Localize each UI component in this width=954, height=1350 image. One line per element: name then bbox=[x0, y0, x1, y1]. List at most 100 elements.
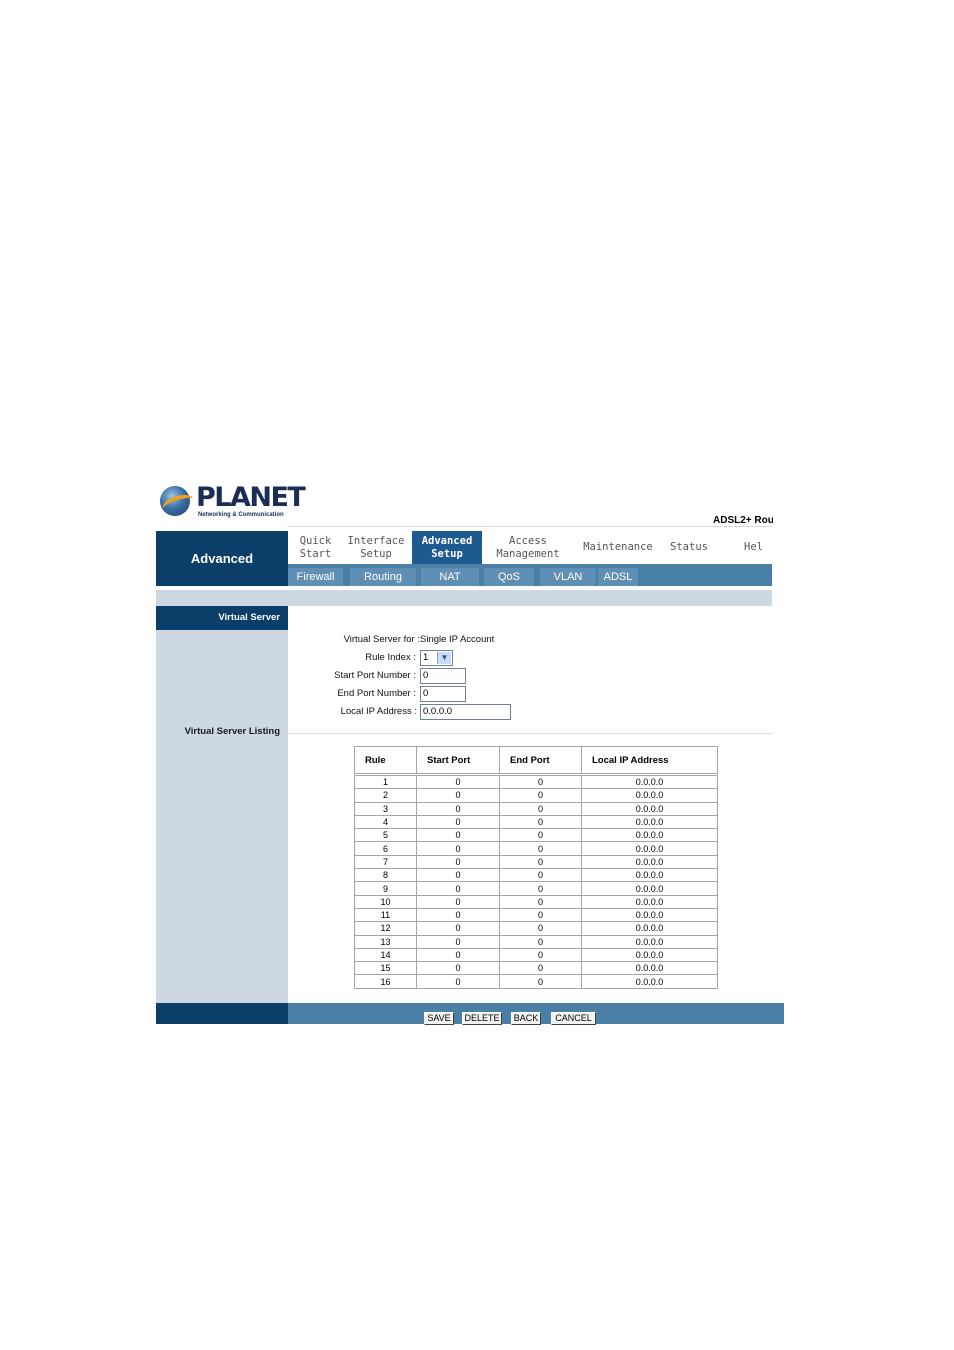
cell-local-ip: 0.0.0.0 bbox=[581, 974, 718, 989]
cell-rule: 2 bbox=[354, 788, 417, 803]
cell-rule: 1 bbox=[354, 774, 417, 790]
tab-access-management[interactable]: Access Management bbox=[482, 531, 574, 564]
table-row: 13 0 0 0.0.0.0 bbox=[354, 935, 718, 949]
cell-local-ip: 0.0.0.0 bbox=[581, 828, 718, 843]
table-row: 6 0 0 0.0.0.0 bbox=[354, 841, 718, 856]
cell-start-port: 0 bbox=[416, 974, 500, 989]
virtual-server-for-value: Single IP Account bbox=[420, 634, 495, 645]
cell-start-port: 0 bbox=[416, 895, 500, 909]
cell-local-ip: 0.0.0.0 bbox=[581, 774, 718, 790]
table-row: 7 0 0 0.0.0.0 bbox=[354, 855, 718, 870]
virtual-server-for-value-row: Single IP Account bbox=[420, 632, 540, 648]
start-port-row: Start Port Number : bbox=[306, 668, 416, 684]
cell-local-ip: 0.0.0.0 bbox=[581, 908, 718, 923]
cell-start-port: 0 bbox=[416, 815, 500, 830]
table-row: 14 0 0 0.0.0.0 bbox=[354, 948, 718, 963]
cell-end-port: 0 bbox=[499, 788, 582, 803]
col-rule: Rule bbox=[354, 746, 417, 776]
local-ip-label: Local IP Address : bbox=[340, 706, 417, 717]
subtab-adsl[interactable]: ADSL bbox=[598, 568, 638, 586]
cell-rule: 13 bbox=[354, 935, 417, 949]
cell-local-ip: 0.0.0.0 bbox=[581, 802, 718, 816]
cell-local-ip: 0.0.0.0 bbox=[581, 841, 718, 856]
start-port-input[interactable]: 0 bbox=[420, 668, 466, 684]
cell-rule: 9 bbox=[354, 881, 417, 896]
local-ip-input[interactable]: 0.0.0.0 bbox=[420, 704, 511, 720]
tab-advanced-setup[interactable]: Advanced Setup bbox=[412, 531, 482, 564]
left-panel: Virtual Server Virtual Server Listing bbox=[156, 606, 288, 1004]
cell-rule: 5 bbox=[354, 828, 417, 843]
cell-rule: 4 bbox=[354, 815, 417, 830]
table-row: 9 0 0 0.0.0.0 bbox=[354, 881, 718, 896]
delete-button[interactable]: DELETE bbox=[462, 1012, 502, 1025]
table-row: 8 0 0 0.0.0.0 bbox=[354, 868, 718, 883]
brand-name: PLANET bbox=[196, 482, 306, 513]
planet-logo: PLANET Networking & Communication bbox=[160, 483, 306, 520]
end-port-label: End Port Number : bbox=[337, 688, 416, 699]
table-row: 11 0 0 0.0.0.0 bbox=[354, 908, 718, 923]
cell-start-port: 0 bbox=[416, 855, 500, 870]
tab-quick-start[interactable]: Quick Start bbox=[288, 531, 343, 564]
virtual-server-for-label: Virtual Server for : bbox=[343, 634, 420, 645]
cell-rule: 6 bbox=[354, 841, 417, 856]
cell-local-ip: 0.0.0.0 bbox=[581, 788, 718, 803]
cell-end-port: 0 bbox=[499, 774, 582, 790]
table-row: 15 0 0 0.0.0.0 bbox=[354, 961, 718, 976]
cell-end-port: 0 bbox=[499, 974, 582, 989]
cell-end-port: 0 bbox=[499, 815, 582, 830]
header-divider bbox=[288, 526, 772, 527]
cell-start-port: 0 bbox=[416, 935, 500, 949]
subtab-vlan[interactable]: VLAN bbox=[540, 568, 596, 586]
product-name: ADSL2+ Rou bbox=[713, 515, 773, 526]
save-button[interactable]: SAVE bbox=[424, 1012, 454, 1025]
back-button[interactable]: BACK bbox=[511, 1012, 541, 1025]
cell-rule: 12 bbox=[354, 921, 417, 936]
cell-start-port: 0 bbox=[416, 841, 500, 856]
table-row: 1 0 0 0.0.0.0 bbox=[354, 774, 718, 790]
rule-index-value: 1 bbox=[423, 652, 429, 663]
subtab-firewall[interactable]: Firewall bbox=[288, 568, 343, 586]
subtab-qos[interactable]: QoS bbox=[484, 568, 534, 586]
cell-end-port: 0 bbox=[499, 908, 582, 923]
section-block: Advanced bbox=[156, 531, 288, 586]
table-row: 2 0 0 0.0.0.0 bbox=[354, 788, 718, 803]
table-row: 4 0 0 0.0.0.0 bbox=[354, 815, 718, 830]
cell-start-port: 0 bbox=[416, 881, 500, 896]
cell-local-ip: 0.0.0.0 bbox=[581, 881, 718, 896]
cancel-button[interactable]: CANCEL bbox=[551, 1012, 596, 1025]
cell-rule: 15 bbox=[354, 961, 417, 976]
cell-rule: 7 bbox=[354, 855, 417, 870]
rule-index-select[interactable]: 1 ▼ bbox=[420, 650, 453, 666]
cell-local-ip: 0.0.0.0 bbox=[581, 815, 718, 830]
cell-end-port: 0 bbox=[499, 948, 582, 963]
cell-local-ip: 0.0.0.0 bbox=[581, 868, 718, 883]
virtual-server-listing-heading: Virtual Server Listing bbox=[184, 726, 280, 737]
cell-local-ip: 0.0.0.0 bbox=[581, 855, 718, 870]
end-port-row: End Port Number : bbox=[306, 686, 416, 702]
cell-end-port: 0 bbox=[499, 921, 582, 936]
virtual-server-for-row: Virtual Server for : bbox=[306, 632, 420, 648]
tab-interface-setup[interactable]: Interface Setup bbox=[343, 531, 409, 564]
section-title: Advanced bbox=[190, 551, 254, 566]
tab-help[interactable]: Hel bbox=[744, 531, 772, 564]
table-row: 16 0 0 0.0.0.0 bbox=[354, 974, 718, 989]
cell-end-port: 0 bbox=[499, 895, 582, 909]
cell-rule: 8 bbox=[354, 868, 417, 883]
cell-local-ip: 0.0.0.0 bbox=[581, 895, 718, 909]
rule-index-label: Rule Index : bbox=[365, 652, 416, 663]
table-row: 5 0 0 0.0.0.0 bbox=[354, 828, 718, 843]
tab-maintenance[interactable]: Maintenance bbox=[578, 531, 658, 564]
chevron-down-icon[interactable]: ▼ bbox=[437, 652, 451, 664]
end-port-input[interactable]: 0 bbox=[420, 686, 466, 702]
virtual-server-table: Rule Start Port End Port Local IP Addres… bbox=[354, 746, 718, 989]
subtab-routing[interactable]: Routing bbox=[350, 568, 416, 586]
cell-rule: 3 bbox=[354, 802, 417, 816]
title-strip bbox=[156, 590, 772, 606]
footer-left bbox=[156, 1003, 288, 1024]
cell-end-port: 0 bbox=[499, 868, 582, 883]
local-ip-row: Local IP Address : bbox=[306, 704, 417, 720]
table-row: 12 0 0 0.0.0.0 bbox=[354, 921, 718, 936]
subtab-nat[interactable]: NAT bbox=[421, 568, 479, 586]
cell-rule: 10 bbox=[354, 895, 417, 909]
tab-status[interactable]: Status bbox=[663, 531, 715, 564]
